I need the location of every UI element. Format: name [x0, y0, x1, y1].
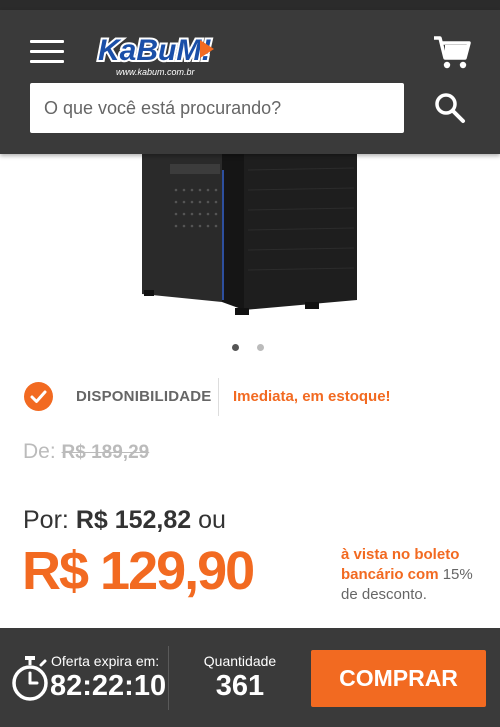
status-bar	[0, 0, 500, 10]
buy-button[interactable]: COMPRAR	[311, 650, 486, 707]
main-price: R$ 129,90	[22, 541, 255, 601]
regular-price-prefix: Por:	[23, 506, 69, 534]
availability-label: DISPONIBILIDADE	[76, 388, 212, 405]
regular-price: Por: R$ 152,82 ou	[23, 506, 226, 535]
svg-text:KaBuM!: KaBuM!	[98, 34, 211, 67]
regular-price-suffix: ou	[198, 506, 226, 534]
checkmark-icon	[24, 382, 53, 411]
offer-expire-label: Oferta expira em:	[51, 653, 160, 669]
search-icon[interactable]	[432, 90, 468, 126]
quantity-value: 361	[215, 670, 265, 702]
svg-text:www.kabum.com.br: www.kabum.com.br	[116, 67, 196, 77]
product-image[interactable]	[130, 150, 370, 320]
gallery-dots	[232, 338, 282, 356]
menu-icon[interactable]	[30, 40, 64, 66]
cart-icon[interactable]	[432, 34, 472, 70]
boleto-highlight: à vista no boleto bancário com	[341, 546, 460, 583]
old-price-prefix: De:	[23, 440, 56, 463]
boleto-rest: de desconto.	[341, 586, 427, 603]
quantity-label: Quantidade	[203, 653, 277, 669]
offer-countdown: 82:22:10	[50, 670, 167, 702]
divider	[218, 378, 219, 416]
availability-status: Imediata, em estoque!	[233, 388, 391, 405]
search-input[interactable]	[30, 83, 404, 133]
regular-price-value: R$ 152,82	[75, 506, 192, 534]
footer-divider	[168, 646, 169, 710]
kabum-logo[interactable]: KaBuM! KaBuM! www.kabum.com.br	[96, 32, 216, 80]
boleto-percent: 15%	[442, 566, 473, 583]
boleto-discount: à vista no boleto bancário com 15% de de…	[341, 545, 481, 605]
footer-bar: Oferta expira em: 82:22:10 Quantidade 36…	[0, 628, 500, 727]
old-price: De: R$ 189,29	[23, 440, 149, 464]
old-price-value: R$ 189,29	[61, 442, 150, 463]
availability-row: DISPONIBILIDADE Imediata, em estoque!	[24, 378, 484, 416]
gallery-dot[interactable]	[257, 344, 264, 351]
header: KaBuM! KaBuM! www.kabum.com.br	[0, 10, 500, 154]
gallery-dot-active[interactable]	[232, 344, 239, 351]
stopwatch-icon	[12, 656, 48, 701]
